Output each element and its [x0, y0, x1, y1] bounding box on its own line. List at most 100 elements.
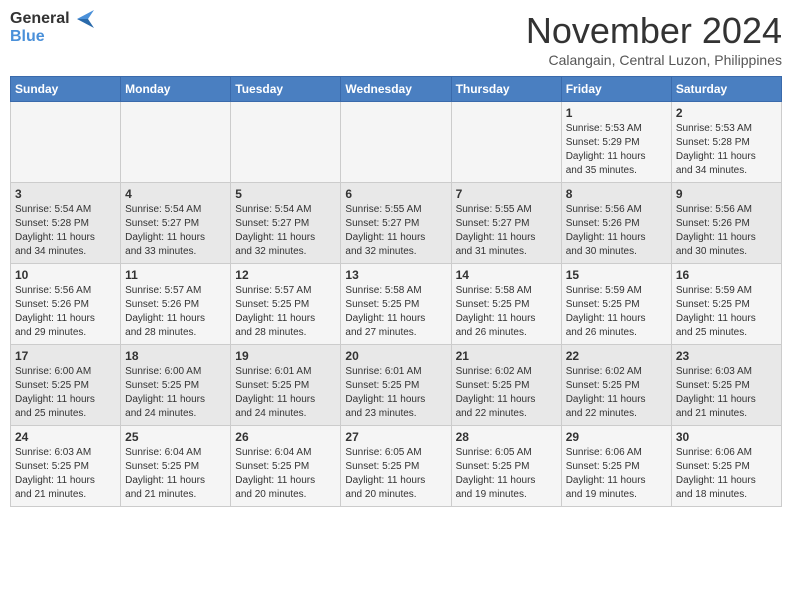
- calendar-cell: 28Sunrise: 6:05 AM Sunset: 5:25 PM Dayli…: [451, 426, 561, 507]
- day-info: Sunrise: 6:00 AM Sunset: 5:25 PM Dayligh…: [125, 365, 226, 421]
- calendar-week-row: 17 Sunrise: 6:00 AM Sunset: 5:25 PM Dayli…: [11, 345, 782, 426]
- weekday-header: Saturday: [671, 77, 781, 102]
- calendar-cell: [231, 102, 341, 183]
- day-number: 5: [235, 187, 336, 201]
- calendar-cell: 17 Sunrise: 6:00 AM Sunset: 5:25 PM Dayli…: [11, 345, 121, 426]
- calendar-cell: 7 Sunrise: 5:55 AM Sunset: 5:27 PM Daylig…: [451, 183, 561, 264]
- day-number: 14: [456, 268, 557, 282]
- calendar-week-row: 10 Sunrise: 5:56 AM Sunset: 5:26 PM Dayli…: [11, 264, 782, 345]
- day-info: Sunrise: 5:57 AM Sunset: 5:26 PM Dayligh…: [125, 284, 226, 340]
- calendar-cell: 21Sunrise: 6:02 AM Sunset: 5:25 PM Dayli…: [451, 345, 561, 426]
- calendar-cell: 8 Sunrise: 5:56 AM Sunset: 5:26 PM Daylig…: [561, 183, 671, 264]
- day-number: 6: [345, 187, 446, 201]
- day-info: Sunrise: 5:57 AM Sunset: 5:25 PM Dayligh…: [235, 284, 336, 340]
- weekday-header: Sunday: [11, 77, 121, 102]
- day-number: 1: [566, 106, 667, 120]
- day-info: Sunrise: 5:55 AM Sunset: 5:27 PM Dayligh…: [345, 203, 446, 259]
- calendar-week-row: 1 Sunrise: 5:53 AM Sunset: 5:29 PM Daylig…: [11, 102, 782, 183]
- weekday-header: Monday: [121, 77, 231, 102]
- day-info: Sunrise: 5:54 AM Sunset: 5:28 PM Dayligh…: [15, 203, 116, 259]
- day-info: Sunrise: 5:58 AM Sunset: 5:25 PM Dayligh…: [456, 284, 557, 340]
- day-number: 27: [345, 430, 446, 444]
- calendar-cell: [11, 102, 121, 183]
- calendar-week-row: 24Sunrise: 6:03 AM Sunset: 5:25 PM Dayli…: [11, 426, 782, 507]
- calendar-cell: 20Sunrise: 6:01 AM Sunset: 5:25 PM Dayli…: [341, 345, 451, 426]
- day-number: 28: [456, 430, 557, 444]
- calendar-cell: 13 Sunrise: 5:58 AM Sunset: 5:25 PM Dayli…: [341, 264, 451, 345]
- calendar-cell: 3 Sunrise: 5:54 AM Sunset: 5:28 PM Daylig…: [11, 183, 121, 264]
- day-info: Sunrise: 6:04 AM Sunset: 5:25 PM Dayligh…: [235, 446, 336, 502]
- calendar-cell: 9 Sunrise: 5:56 AM Sunset: 5:26 PM Daylig…: [671, 183, 781, 264]
- day-info: Sunrise: 5:56 AM Sunset: 5:26 PM Dayligh…: [566, 203, 667, 259]
- day-number: 30: [676, 430, 777, 444]
- weekday-header: Friday: [561, 77, 671, 102]
- day-number: 13: [345, 268, 446, 282]
- day-number: 16: [676, 268, 777, 282]
- calendar-cell: 14 Sunrise: 5:58 AM Sunset: 5:25 PM Dayli…: [451, 264, 561, 345]
- day-number: 21: [456, 349, 557, 363]
- calendar-cell: 10 Sunrise: 5:56 AM Sunset: 5:26 PM Dayli…: [11, 264, 121, 345]
- day-number: 23: [676, 349, 777, 363]
- day-info: Sunrise: 6:03 AM Sunset: 5:25 PM Dayligh…: [15, 446, 116, 502]
- day-info: Sunrise: 5:53 AM Sunset: 5:28 PM Dayligh…: [676, 122, 777, 178]
- calendar-cell: 4 Sunrise: 5:54 AM Sunset: 5:27 PM Daylig…: [121, 183, 231, 264]
- calendar-week-row: 3 Sunrise: 5:54 AM Sunset: 5:28 PM Daylig…: [11, 183, 782, 264]
- day-number: 7: [456, 187, 557, 201]
- title-section: November 2024 Calangain, Central Luzon, …: [526, 10, 782, 68]
- calendar-cell: 25Sunrise: 6:04 AM Sunset: 5:25 PM Dayli…: [121, 426, 231, 507]
- weekday-header: Wednesday: [341, 77, 451, 102]
- day-number: 12: [235, 268, 336, 282]
- calendar-cell: 24Sunrise: 6:03 AM Sunset: 5:25 PM Dayli…: [11, 426, 121, 507]
- day-info: Sunrise: 6:02 AM Sunset: 5:25 PM Dayligh…: [566, 365, 667, 421]
- day-number: 17: [15, 349, 116, 363]
- calendar-cell: 6 Sunrise: 5:55 AM Sunset: 5:27 PM Daylig…: [341, 183, 451, 264]
- day-number: 19: [235, 349, 336, 363]
- calendar-cell: [121, 102, 231, 183]
- logo-blue: Blue: [10, 28, 94, 46]
- day-number: 20: [345, 349, 446, 363]
- logo-general: General: [10, 10, 70, 28]
- calendar-table: SundayMondayTuesdayWednesdayThursdayFrid…: [10, 76, 782, 507]
- calendar-cell: 1 Sunrise: 5:53 AM Sunset: 5:29 PM Daylig…: [561, 102, 671, 183]
- logo: General Blue: [10, 10, 94, 46]
- calendar-cell: 26Sunrise: 6:04 AM Sunset: 5:25 PM Dayli…: [231, 426, 341, 507]
- day-info: Sunrise: 5:56 AM Sunset: 5:26 PM Dayligh…: [676, 203, 777, 259]
- day-info: Sunrise: 5:56 AM Sunset: 5:26 PM Dayligh…: [15, 284, 116, 340]
- day-info: Sunrise: 5:59 AM Sunset: 5:25 PM Dayligh…: [676, 284, 777, 340]
- calendar-body: 1 Sunrise: 5:53 AM Sunset: 5:29 PM Daylig…: [11, 102, 782, 507]
- day-info: Sunrise: 6:00 AM Sunset: 5:25 PM Dayligh…: [15, 365, 116, 421]
- day-info: Sunrise: 5:53 AM Sunset: 5:29 PM Dayligh…: [566, 122, 667, 178]
- weekday-header: Thursday: [451, 77, 561, 102]
- day-number: 8: [566, 187, 667, 201]
- day-number: 15: [566, 268, 667, 282]
- day-info: Sunrise: 5:54 AM Sunset: 5:27 PM Dayligh…: [125, 203, 226, 259]
- day-number: 4: [125, 187, 226, 201]
- day-number: 29: [566, 430, 667, 444]
- calendar-cell: [451, 102, 561, 183]
- calendar-cell: 15Sunrise: 5:59 AM Sunset: 5:25 PM Dayli…: [561, 264, 671, 345]
- calendar-cell: [341, 102, 451, 183]
- day-info: Sunrise: 5:58 AM Sunset: 5:25 PM Dayligh…: [345, 284, 446, 340]
- day-info: Sunrise: 6:03 AM Sunset: 5:25 PM Dayligh…: [676, 365, 777, 421]
- day-number: 10: [15, 268, 116, 282]
- day-info: Sunrise: 6:05 AM Sunset: 5:25 PM Dayligh…: [345, 446, 446, 502]
- calendar-cell: 30 Sunrise: 6:06 AM Sunset: 5:25 PM Dayli…: [671, 426, 781, 507]
- calendar-header: SundayMondayTuesdayWednesdayThursdayFrid…: [11, 77, 782, 102]
- day-info: Sunrise: 6:06 AM Sunset: 5:25 PM Dayligh…: [676, 446, 777, 502]
- day-info: Sunrise: 6:01 AM Sunset: 5:25 PM Dayligh…: [235, 365, 336, 421]
- calendar-cell: 19 Sunrise: 6:01 AM Sunset: 5:25 PM Dayli…: [231, 345, 341, 426]
- location-title: Calangain, Central Luzon, Philippines: [526, 52, 782, 68]
- day-number: 2: [676, 106, 777, 120]
- calendar-cell: 2 Sunrise: 5:53 AM Sunset: 5:28 PM Daylig…: [671, 102, 781, 183]
- day-info: Sunrise: 6:04 AM Sunset: 5:25 PM Dayligh…: [125, 446, 226, 502]
- day-number: 3: [15, 187, 116, 201]
- day-number: 18: [125, 349, 226, 363]
- day-info: Sunrise: 5:55 AM Sunset: 5:27 PM Dayligh…: [456, 203, 557, 259]
- calendar-cell: 29Sunrise: 6:06 AM Sunset: 5:25 PM Dayli…: [561, 426, 671, 507]
- day-number: 11: [125, 268, 226, 282]
- day-number: 22: [566, 349, 667, 363]
- day-number: 9: [676, 187, 777, 201]
- month-title: November 2024: [526, 10, 782, 52]
- day-info: Sunrise: 5:54 AM Sunset: 5:27 PM Dayligh…: [235, 203, 336, 259]
- logo-text: General Blue: [10, 10, 94, 46]
